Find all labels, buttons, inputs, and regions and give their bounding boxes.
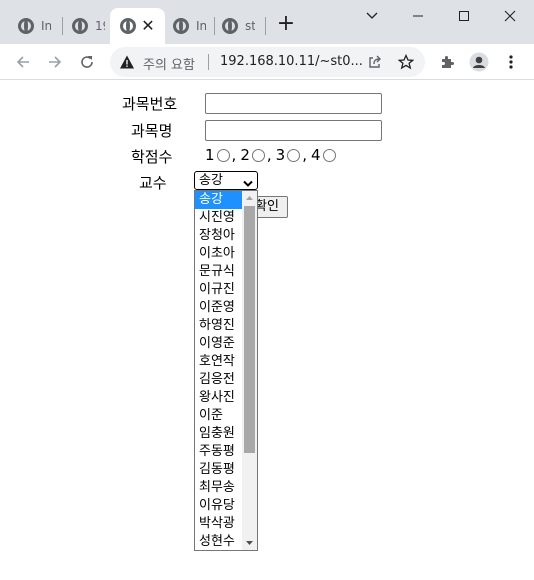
credit-option-label: 3 bbox=[275, 146, 286, 164]
page-content: 과목번호 과목명 학점수 1 , 2 , 3 , 4 교수 송강 확인 송강 시진… bbox=[0, 81, 534, 580]
credit-radio-2[interactable] bbox=[251, 148, 265, 162]
professor-selected-value: 송강 bbox=[199, 173, 223, 188]
chevron-down-icon bbox=[243, 176, 253, 187]
scrollbar-thumb[interactable] bbox=[244, 206, 255, 453]
globe-icon bbox=[173, 18, 189, 34]
professor-option[interactable]: 김응전 bbox=[195, 371, 243, 389]
credit-option-label: 4 bbox=[310, 146, 321, 164]
tab-title: In bbox=[196, 19, 206, 33]
professor-option[interactable]: 김동평 bbox=[195, 461, 243, 479]
professor-option[interactable]: 이유당 bbox=[195, 497, 243, 515]
comma: , bbox=[231, 146, 237, 164]
course-name-label: 과목명 bbox=[131, 122, 173, 140]
course-number-input[interactable] bbox=[205, 93, 382, 114]
tab-title: st bbox=[245, 19, 255, 33]
credit-option-label: 2 bbox=[240, 146, 250, 164]
scroll-up-arrow-icon[interactable] bbox=[242, 191, 257, 205]
course-number-label: 과목번호 bbox=[122, 95, 178, 113]
share-icon[interactable] bbox=[366, 53, 384, 71]
minimize-icon[interactable] bbox=[396, 0, 440, 32]
comma: , bbox=[266, 146, 272, 164]
back-arrow-icon[interactable] bbox=[10, 49, 36, 75]
credit-option-label: 1 bbox=[205, 146, 215, 164]
globe-icon bbox=[120, 18, 136, 34]
extensions-icon[interactable] bbox=[437, 52, 457, 72]
professor-option[interactable]: 주동평 bbox=[195, 443, 243, 461]
profile-icon[interactable] bbox=[469, 52, 489, 72]
tab-strip: In 19 ✕ In st + bbox=[0, 0, 534, 44]
professor-option[interactable]: 시진영 bbox=[195, 209, 243, 227]
menu-icon[interactable] bbox=[501, 52, 521, 72]
professor-option[interactable]: 이준 bbox=[195, 407, 243, 425]
professor-option[interactable]: 장청아 bbox=[195, 227, 243, 245]
professor-option[interactable]: 하영진 bbox=[195, 317, 243, 335]
professor-dropdown-list: 송강 시진영 장청아 이초아 문규식 이규진 이준영 하영진 이영준 호연작 김응전 왕사진 이준 임충원… bbox=[194, 190, 258, 551]
credit-radio-1[interactable] bbox=[216, 148, 230, 162]
globe-icon bbox=[72, 18, 88, 34]
scroll-down-arrow-icon[interactable] bbox=[242, 536, 257, 550]
course-name-input[interactable] bbox=[205, 120, 382, 141]
warning-triangle-icon[interactable] bbox=[119, 54, 135, 70]
browser-toolbar: 주의 요함 192.168.10.11/~st0... bbox=[0, 44, 534, 80]
professor-option[interactable]: 성현수 bbox=[195, 533, 243, 550]
tab-4[interactable]: In bbox=[163, 8, 215, 44]
comma: , bbox=[302, 146, 307, 164]
tab-5[interactable]: st bbox=[212, 8, 264, 44]
tab-title: In bbox=[41, 19, 51, 33]
tab-title: 19 bbox=[95, 19, 105, 33]
credit-radio-4[interactable] bbox=[322, 148, 336, 162]
security-warning-text[interactable]: 주의 요함 bbox=[143, 54, 195, 73]
globe-icon bbox=[18, 18, 34, 34]
professor-option[interactable]: 박삭광 bbox=[195, 515, 243, 533]
url-text[interactable]: 192.168.10.11/~st0... bbox=[220, 54, 363, 69]
new-tab-button[interactable]: + bbox=[276, 13, 296, 35]
professor-option[interactable]: 이준영 bbox=[195, 299, 243, 317]
professor-label: 교수 bbox=[139, 174, 167, 192]
professor-option[interactable]: 송강 bbox=[195, 191, 243, 209]
tab-1[interactable]: In bbox=[8, 8, 60, 44]
forward-arrow-icon[interactable] bbox=[42, 49, 68, 75]
tab-search-icon[interactable] bbox=[350, 0, 394, 32]
address-bar[interactable]: 주의 요함 192.168.10.11/~st0... bbox=[110, 47, 425, 77]
globe-icon bbox=[222, 18, 238, 34]
credits-radio-group: 1 , 2 , 3 , 4 bbox=[205, 146, 338, 164]
tab-2[interactable]: 19 bbox=[62, 8, 112, 44]
professor-option[interactable]: 이규진 bbox=[195, 281, 243, 299]
professor-option[interactable]: 왕사진 bbox=[195, 389, 243, 407]
professor-option[interactable]: 호연작 bbox=[195, 353, 243, 371]
address-divider bbox=[208, 54, 209, 70]
tab-active[interactable]: ✕ bbox=[110, 8, 165, 44]
tab-divider bbox=[265, 17, 266, 35]
professor-option[interactable]: 최무송 bbox=[195, 479, 243, 497]
credit-radio-3[interactable] bbox=[287, 148, 301, 162]
professor-option[interactable]: 이초아 bbox=[195, 245, 243, 263]
credits-label: 학점수 bbox=[131, 148, 173, 166]
close-tab-icon[interactable]: ✕ bbox=[139, 17, 157, 35]
reload-icon[interactable] bbox=[74, 49, 100, 75]
professor-select[interactable]: 송강 bbox=[194, 171, 258, 190]
dropdown-scrollbar[interactable] bbox=[242, 191, 257, 550]
bookmark-star-icon[interactable] bbox=[397, 53, 415, 71]
professor-option[interactable]: 이영준 bbox=[195, 335, 243, 353]
maximize-icon[interactable] bbox=[442, 0, 486, 32]
close-icon[interactable] bbox=[488, 0, 532, 32]
professor-option[interactable]: 임충원 bbox=[195, 425, 243, 443]
professor-option[interactable]: 문규식 bbox=[195, 263, 243, 281]
